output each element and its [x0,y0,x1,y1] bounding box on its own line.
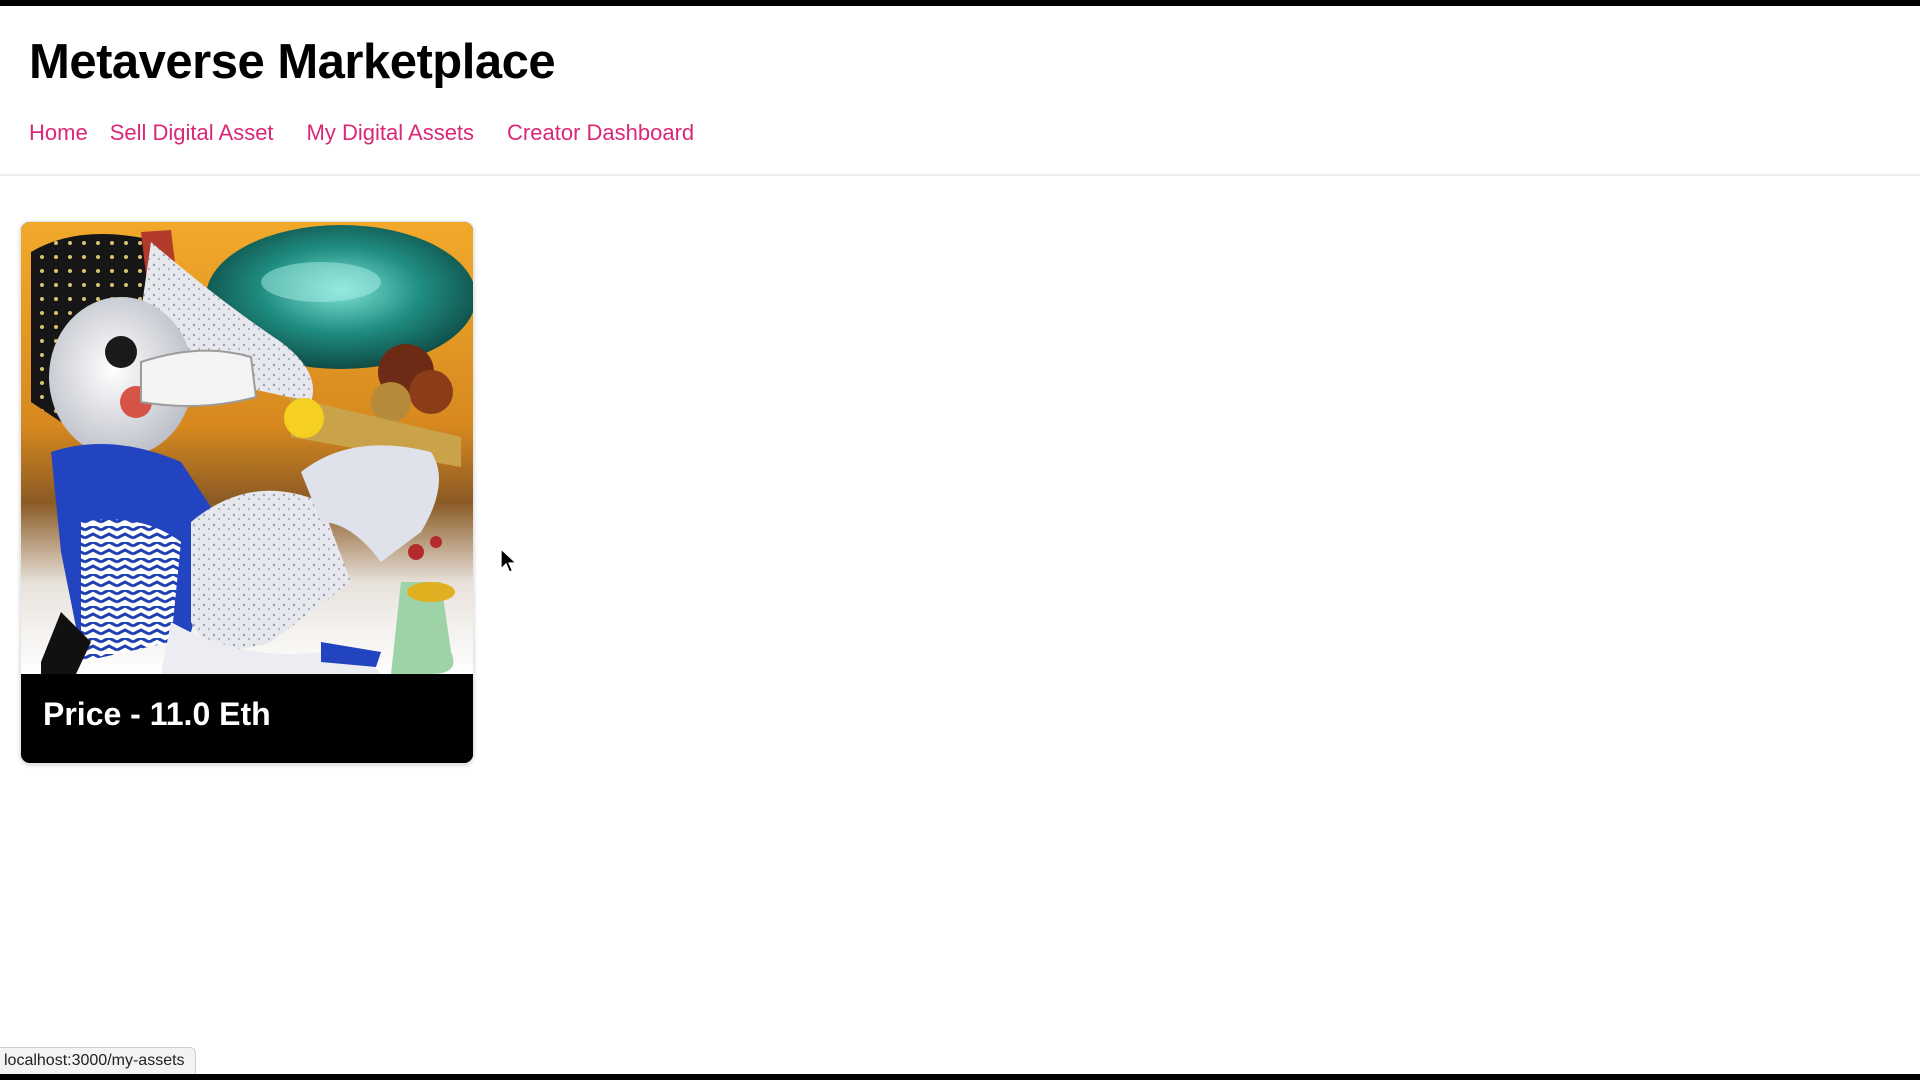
site-header: Metaverse Marketplace Home Sell Digital … [0,6,1920,176]
nav-link-my-digital-assets[interactable]: My Digital Assets [307,120,475,146]
asset-image [21,222,473,674]
asset-card-footer: Price - 11.0 Eth [21,674,473,763]
site-title: Metaverse Marketplace [29,35,556,89]
nav-link-sell-digital-asset[interactable]: Sell Digital Asset [110,120,274,146]
main-nav: Home Sell Digital Asset My Digital Asset… [29,116,694,150]
mouse-cursor-icon [500,548,518,573]
asset-card[interactable]: Price - 11.0 Eth [20,221,474,764]
nav-link-creator-dashboard[interactable]: Creator Dashboard [507,120,694,146]
window-bottom-border [0,1074,1920,1080]
asset-price: Price - 11.0 Eth [43,696,271,732]
status-bar-url: localhost:3000/my-assets [0,1047,196,1074]
nav-link-home[interactable]: Home [29,120,88,146]
